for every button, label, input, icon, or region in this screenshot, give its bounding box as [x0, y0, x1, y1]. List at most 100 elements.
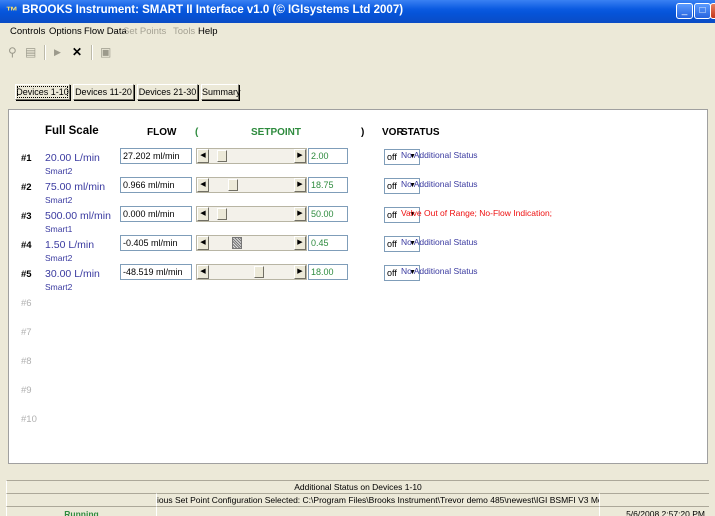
menu-options[interactable]: Options	[49, 26, 82, 37]
menu-bar: Controls Options Flow Data Set Points To…	[0, 23, 715, 41]
minimize-button[interactable]: _	[676, 3, 693, 19]
full-scale-value: 500.00 ml/min	[45, 210, 111, 222]
tab-devices-1-10[interactable]: Devices 1-10	[15, 84, 70, 100]
devices-panel: Full Scale FLOW ( SETPOINT ) VOR STATUS …	[8, 109, 708, 464]
running-indicator: Running	[6, 506, 156, 516]
slider-thumb[interactable]	[216, 208, 227, 220]
additional-status-text: Additional Status on Devices 1-10	[6, 480, 709, 493]
header-close-paren: )	[361, 127, 365, 138]
header-full-scale: Full Scale	[45, 125, 99, 137]
vor-value: off	[387, 181, 397, 191]
slider-right-arrow-icon[interactable]: ▶	[294, 236, 306, 250]
vor-value: off	[387, 152, 397, 162]
setpoint-slider[interactable]: ◀ ▶	[196, 177, 307, 193]
title-bar: ™ BROOKS Instrument: SMART II Interface …	[0, 0, 715, 23]
app-icon: ™	[6, 4, 18, 18]
header-flow: FLOW	[147, 127, 177, 138]
empty-device-number: #7	[21, 327, 32, 338]
date-time: 5/6/2008 2:57:20 PM	[599, 506, 709, 516]
config-message: ious Set Point Configuration Selected: C…	[156, 493, 599, 506]
menu-tools[interactable]: Tools	[173, 26, 195, 37]
menu-help[interactable]: Help	[198, 26, 218, 37]
config-status-bar: ious Set Point Configuration Selected: C…	[0, 493, 715, 506]
full-scale-value: 1.50 L/min	[45, 239, 95, 251]
tab-summary[interactable]: Summary	[201, 84, 241, 100]
device-model: Smart2	[45, 253, 73, 263]
maximize-button[interactable]: □	[694, 3, 711, 19]
device-model: Smart2	[45, 282, 73, 292]
additional-status-bar: Additional Status on Devices 1-10	[0, 480, 715, 493]
full-scale-value: 20.00 L/min	[45, 152, 100, 164]
vor-value: off	[387, 268, 397, 278]
device-model: Smart2	[45, 166, 73, 176]
slider-thumb[interactable]	[216, 150, 227, 162]
tab-devices-21-30[interactable]: Devices 21-30	[137, 84, 198, 100]
slider-right-arrow-icon[interactable]: ▶	[294, 178, 306, 192]
device-status: No Additional Status	[401, 150, 478, 160]
vor-value: off	[387, 210, 397, 220]
flow-reading: 27.202 ml/min	[120, 148, 192, 164]
slider-left-arrow-icon[interactable]: ◀	[197, 207, 209, 221]
flow-reading: -0.405 ml/min	[120, 235, 192, 251]
device-status: No Additional Status	[401, 237, 478, 247]
empty-device-number: #10	[21, 414, 37, 425]
header-status: STATUS	[401, 127, 440, 138]
toolbar-separator	[44, 45, 46, 60]
device-number: #3	[21, 211, 32, 222]
setpoint-input[interactable]: 18.75	[308, 177, 348, 193]
setpoint-input[interactable]: 18.00	[308, 264, 348, 280]
slider-right-arrow-icon[interactable]: ▶	[294, 149, 306, 163]
slider-left-arrow-icon[interactable]: ◀	[197, 265, 209, 279]
device-number: #1	[21, 153, 32, 164]
window-title: BROOKS Instrument: SMART II Interface v1…	[22, 4, 404, 16]
setpoint-input[interactable]: 2.00	[308, 148, 348, 164]
vor-value: off	[387, 239, 397, 249]
setpoint-input[interactable]: 50.00	[308, 206, 348, 222]
status-cell-empty	[599, 493, 709, 506]
flow-reading: 0.966 ml/min	[120, 177, 192, 193]
slider-left-arrow-icon[interactable]: ◀	[197, 178, 209, 192]
setpoint-slider[interactable]: ◀ ▶	[196, 235, 307, 251]
slider-thumb[interactable]	[254, 266, 264, 278]
full-scale-value: 30.00 L/min	[45, 268, 100, 280]
stop-x-icon[interactable]: ✕	[72, 45, 82, 59]
slider-right-arrow-icon[interactable]: ▶	[294, 207, 306, 221]
header-open-paren: (	[195, 127, 199, 138]
setpoint-input[interactable]: 0.45	[308, 235, 348, 251]
setpoint-slider[interactable]: ◀ ▶	[196, 264, 307, 280]
setpoint-slider[interactable]: ◀ ▶	[196, 206, 307, 222]
device-model: Smart2	[45, 195, 73, 205]
slider-thumb[interactable]	[231, 237, 242, 249]
device-number: #5	[21, 269, 32, 280]
device-status: Valve Out of Range; No-Flow Indication;	[401, 208, 553, 218]
menu-controls[interactable]: Controls	[10, 26, 45, 37]
flow-reading: -48.519 ml/min	[120, 264, 192, 280]
empty-device-number: #9	[21, 385, 32, 396]
slider-right-arrow-icon[interactable]: ▶	[294, 265, 306, 279]
slider-thumb[interactable]	[227, 179, 238, 191]
tab-devices-11-20[interactable]: Devices 11-20	[73, 84, 134, 100]
play-icon[interactable]: ▶	[54, 47, 61, 58]
status-cell-empty	[156, 506, 599, 516]
menu-set-points[interactable]: Set Points	[123, 26, 166, 37]
slider-left-arrow-icon[interactable]: ◀	[197, 149, 209, 163]
toolbar: ⚲ ▤ ▶ ✕ ▣	[0, 41, 715, 65]
status-cell-empty	[6, 493, 156, 506]
device-number: #2	[21, 182, 32, 193]
flow-reading: 0.000 ml/min	[120, 206, 192, 222]
toolbar-separator	[91, 45, 93, 60]
device-model: Smart1	[45, 224, 73, 234]
menu-flow-data[interactable]: Flow Data	[84, 26, 127, 37]
setpoint-slider[interactable]: ◀ ▶	[196, 148, 307, 164]
full-scale-value: 75.00 ml/min	[45, 181, 106, 193]
empty-device-number: #8	[21, 356, 32, 367]
search-back-icon[interactable]: ⚲	[8, 45, 17, 59]
header-setpoint: SETPOINT	[251, 127, 302, 138]
close-button[interactable]	[710, 3, 715, 19]
device-status: No Additional Status	[401, 179, 478, 189]
print-preview-icon[interactable]: ▤	[25, 45, 36, 59]
save-icon[interactable]: ▣	[100, 45, 111, 59]
empty-device-number: #6	[21, 298, 32, 309]
slider-left-arrow-icon[interactable]: ◀	[197, 236, 209, 250]
bottom-status-bar: Running 5/6/2008 2:57:20 PM	[0, 506, 715, 516]
